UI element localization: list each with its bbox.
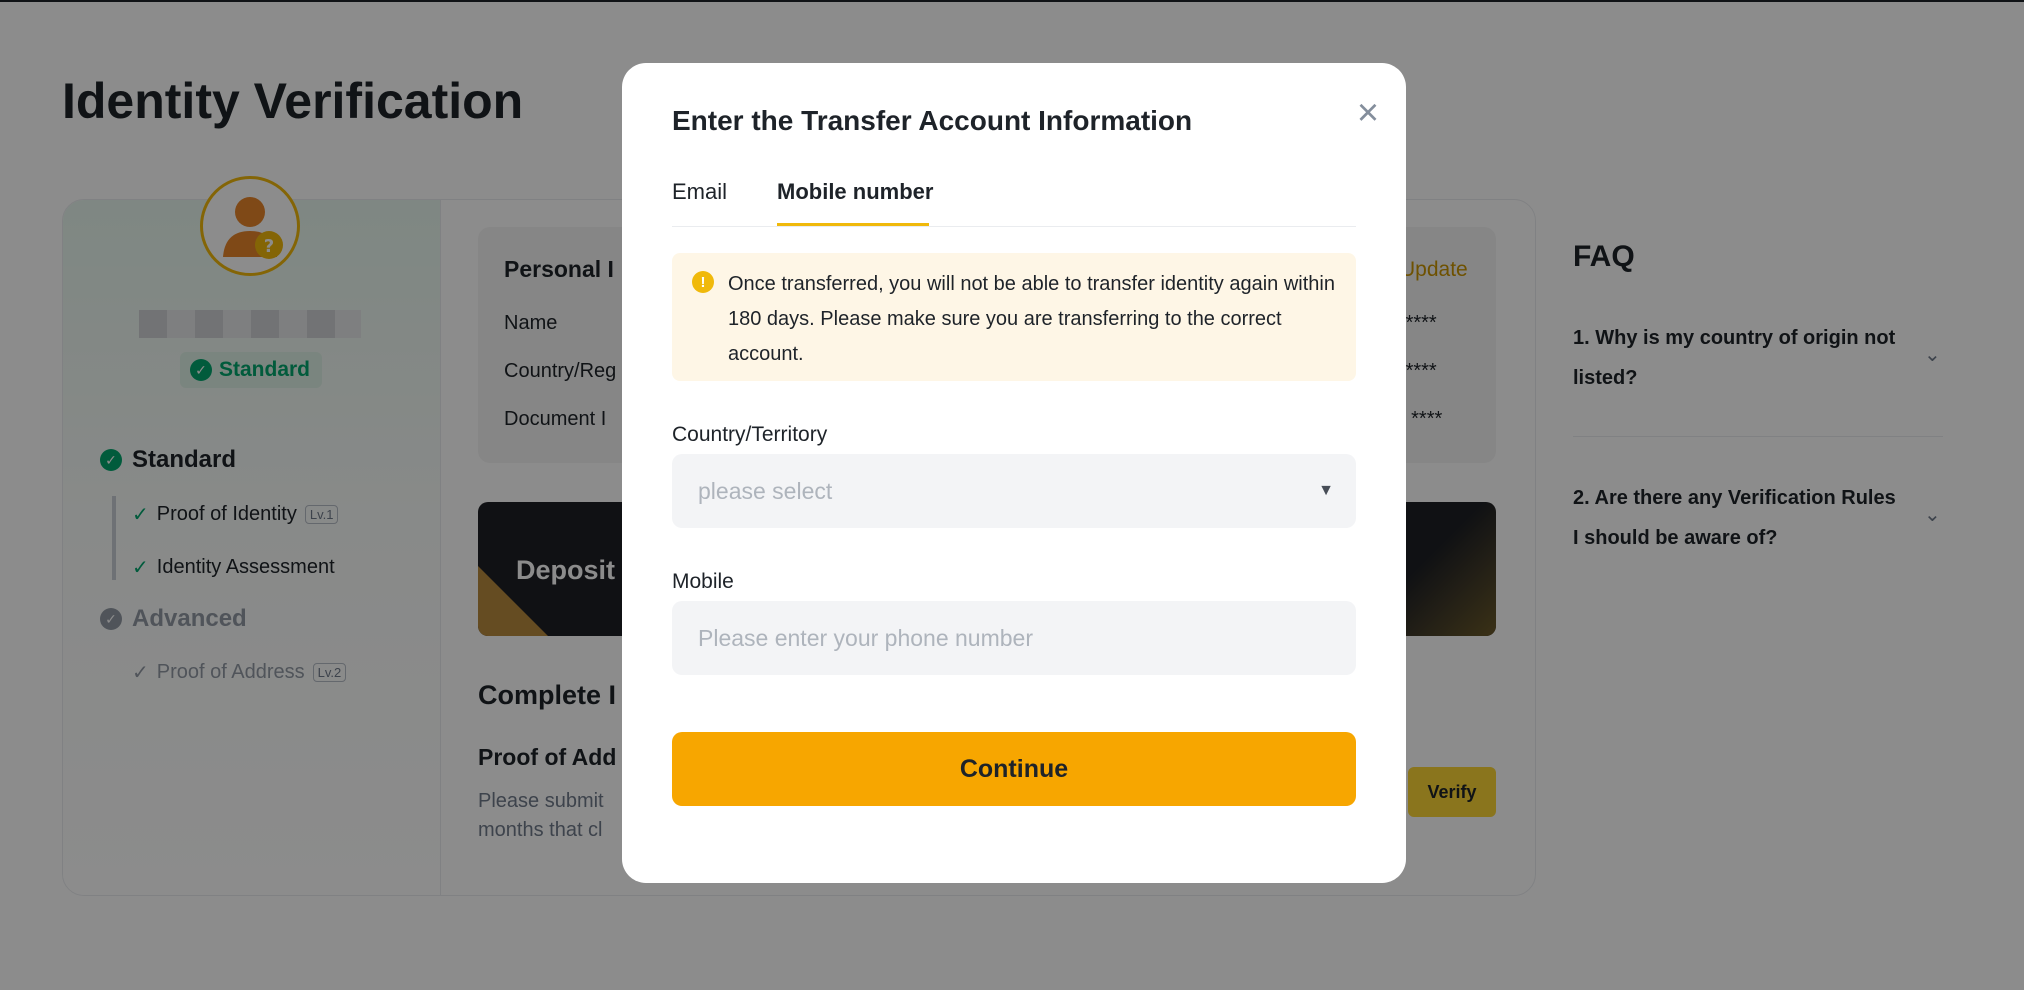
country-select[interactable]: please select ▼ [672, 454, 1356, 528]
modal-title: Enter the Transfer Account Information [672, 105, 1193, 136]
country-placeholder: please select [698, 478, 833, 504]
transfer-warning: ! Once transferred, you will not be able… [672, 253, 1356, 381]
caret-down-icon: ▼ [1318, 482, 1334, 499]
warning-icon: ! [692, 271, 714, 293]
tab-mobile-number[interactable]: Mobile number [777, 179, 933, 205]
tab-email[interactable]: Email [672, 179, 727, 205]
close-icon[interactable]: × [1348, 93, 1388, 133]
mobile-label: Mobile [672, 570, 734, 593]
mobile-field [672, 601, 1356, 675]
tab-divider [672, 226, 1356, 227]
continue-button[interactable]: Continue [672, 732, 1356, 806]
mobile-input[interactable] [672, 601, 1356, 675]
country-label: Country/Territory [672, 423, 828, 446]
active-tab-indicator [777, 223, 929, 226]
warning-text: Once transferred, you will not be able t… [728, 273, 1335, 365]
transfer-account-modal: Enter the Transfer Account Information ×… [622, 63, 1406, 883]
